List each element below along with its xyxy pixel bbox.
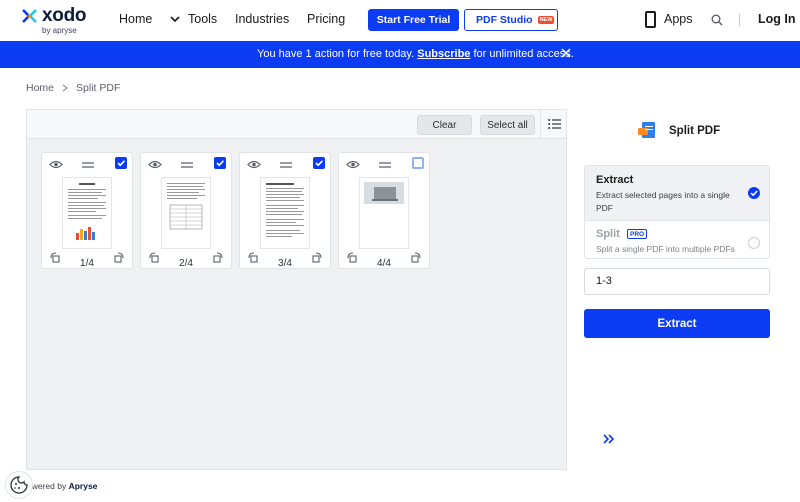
split-pdf-icon bbox=[638, 122, 655, 138]
checkbox-checked[interactable] bbox=[115, 157, 127, 169]
chevron-right-icon bbox=[62, 84, 69, 92]
radio-selected[interactable] bbox=[748, 187, 760, 199]
page-number-label: 3/4 bbox=[278, 258, 292, 269]
logo-text: xodo bbox=[42, 5, 87, 26]
workspace-toolbar: Clear Select all bbox=[27, 110, 566, 139]
cookie-settings-button[interactable] bbox=[5, 471, 33, 499]
page-card-3[interactable]: 3/4 bbox=[239, 152, 331, 269]
split-option-desc: Split a single PDF into multiple PDFs bbox=[596, 244, 735, 254]
page-number-label: 4/4 bbox=[377, 258, 391, 269]
apps-link[interactable]: Apps bbox=[664, 12, 693, 26]
mode-options: Extract Extract selected pages into a si… bbox=[584, 165, 770, 259]
checkbox-checked[interactable] bbox=[313, 157, 325, 169]
page-thumbnail-graphic bbox=[266, 183, 304, 237]
nav-home[interactable]: Home bbox=[119, 12, 152, 26]
page-number-label: 1/4 bbox=[80, 258, 94, 269]
drag-handle-icon[interactable] bbox=[280, 162, 292, 168]
cookie-icon bbox=[10, 476, 28, 494]
eye-icon[interactable] bbox=[49, 160, 63, 169]
free-action-banner: You have 1 action for free today. Subscr… bbox=[0, 41, 800, 68]
search-icon[interactable] bbox=[711, 14, 723, 26]
page-thumbnail-graphic bbox=[167, 183, 205, 230]
double-chevron-right-icon[interactable] bbox=[603, 434, 614, 444]
breadcrumb: Home Split PDF bbox=[26, 82, 120, 94]
close-icon[interactable] bbox=[560, 47, 572, 59]
apryse-link[interactable]: Apryse bbox=[69, 481, 98, 491]
checkbox-checked[interactable] bbox=[214, 157, 226, 169]
extract-option-desc: Extract selected pages into a single PDF bbox=[596, 190, 730, 213]
drag-handle-icon[interactable] bbox=[82, 162, 94, 168]
page-thumbnail bbox=[161, 177, 211, 249]
page-thumbnail-graphic bbox=[68, 183, 106, 240]
radio-unselected[interactable] bbox=[748, 237, 760, 249]
new-badge: NEW bbox=[537, 16, 555, 24]
banner-prefix: You have 1 action for free today. bbox=[257, 48, 415, 60]
nav-industries[interactable]: Industries bbox=[235, 12, 289, 26]
pdf-studio-label: PDF Studio bbox=[476, 14, 533, 26]
nav-pricing[interactable]: Pricing bbox=[307, 12, 345, 26]
page-card-2[interactable]: 2/4 bbox=[140, 152, 232, 269]
checkbox-unchecked[interactable] bbox=[412, 157, 424, 169]
banner-text: You have 1 action for free today. Subscr… bbox=[257, 48, 574, 60]
chevron-down-icon[interactable] bbox=[169, 13, 181, 25]
phone-icon bbox=[645, 11, 656, 28]
page-thumbnail bbox=[260, 177, 310, 249]
extract-button[interactable]: Extract bbox=[584, 309, 770, 338]
powered-by: owered by Apryse bbox=[27, 481, 97, 491]
option-extract[interactable]: Extract Extract selected pages into a si… bbox=[585, 166, 769, 221]
logo-subtext: by apryse bbox=[42, 26, 77, 35]
pro-badge: PRO bbox=[627, 229, 648, 239]
page-card-4[interactable]: 4/4 bbox=[338, 152, 430, 269]
select-all-button[interactable]: Select all bbox=[480, 115, 535, 135]
eye-icon[interactable] bbox=[247, 160, 261, 169]
page-thumbnail bbox=[359, 177, 409, 249]
page-thumbnail-graphic bbox=[364, 182, 404, 204]
eye-icon[interactable] bbox=[148, 160, 162, 169]
extract-option-title: Extract bbox=[596, 174, 634, 186]
pdf-studio-button[interactable]: PDF Studio NEW bbox=[464, 9, 558, 31]
breadcrumb-home[interactable]: Home bbox=[26, 82, 54, 94]
page-thumbnail bbox=[62, 177, 112, 249]
xodo-logo[interactable]: xodo by apryse bbox=[21, 5, 91, 36]
xodo-logo-icon bbox=[22, 9, 37, 23]
toolbar-divider bbox=[540, 110, 541, 139]
top-header: xodo by apryse Home Tools Industries Pri… bbox=[0, 0, 800, 41]
subscribe-link[interactable]: Subscribe bbox=[417, 48, 470, 60]
start-free-trial-button[interactable]: Start Free Trial bbox=[368, 9, 459, 31]
banner-suffix: for unlimited access. bbox=[473, 48, 574, 60]
clear-button[interactable]: Clear bbox=[417, 115, 472, 135]
page-card-1[interactable]: 1/4 bbox=[41, 152, 133, 269]
login-link[interactable]: Log In bbox=[758, 12, 796, 26]
split-option-title: Split bbox=[596, 228, 620, 240]
drag-handle-icon[interactable] bbox=[379, 162, 391, 168]
eye-icon[interactable] bbox=[346, 160, 360, 169]
breadcrumb-current: Split PDF bbox=[76, 82, 121, 94]
drag-handle-icon[interactable] bbox=[181, 162, 193, 168]
nav-tools[interactable]: Tools bbox=[188, 12, 217, 26]
page-range-input[interactable]: 1-3 bbox=[584, 268, 770, 295]
header-divider bbox=[739, 14, 740, 26]
list-view-icon[interactable] bbox=[548, 118, 561, 130]
page-number-label: 2/4 bbox=[179, 258, 193, 269]
tool-title: Split PDF bbox=[669, 125, 721, 137]
